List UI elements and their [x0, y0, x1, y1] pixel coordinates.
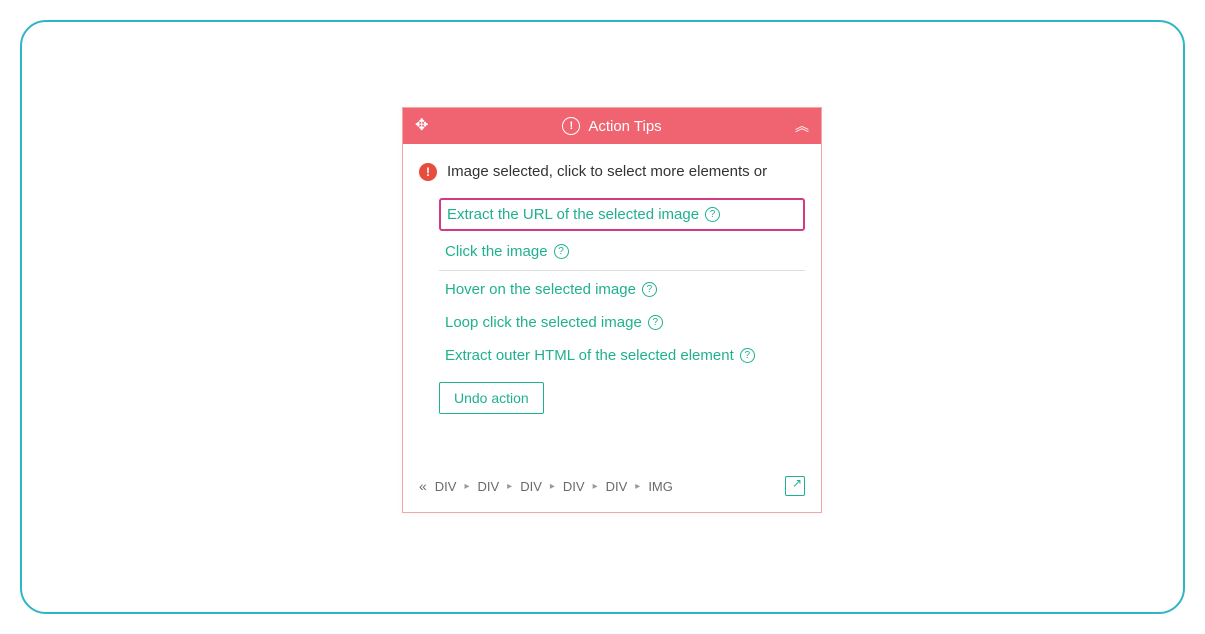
help-icon[interactable]: ?: [705, 207, 720, 222]
move-icon[interactable]: [415, 117, 433, 135]
alert-icon: !: [419, 163, 437, 181]
action-extract-outer-html[interactable]: Extract outer HTML of the selected eleme…: [439, 339, 805, 372]
undo-button[interactable]: Undo action: [439, 382, 544, 414]
action-loop-click[interactable]: Loop click the selected image ?: [439, 306, 805, 339]
undo-label: Undo action: [454, 390, 529, 406]
breadcrumb-start-icon[interactable]: «: [419, 478, 427, 494]
actions-list: Extract the URL of the selected image ? …: [419, 198, 805, 414]
help-icon[interactable]: ?: [648, 315, 663, 330]
action-label: Hover on the selected image: [445, 281, 636, 298]
chevron-right-icon: ▸: [464, 481, 469, 492]
breadcrumb-item[interactable]: DIV: [478, 479, 500, 494]
action-click-image[interactable]: Click the image ?: [439, 235, 805, 268]
action-label: Extract the URL of the selected image: [447, 206, 699, 223]
outer-frame: ! Action Tips ︽ ! Image selected, click …: [20, 20, 1185, 614]
dom-breadcrumb: « DIV ▸ DIV ▸ DIV ▸ DIV ▸ DIV ▸ IMG: [403, 464, 821, 512]
panel-title: Action Tips: [588, 118, 661, 135]
collapse-icon[interactable]: ︽: [795, 116, 809, 136]
chevron-right-icon: ▸: [550, 481, 555, 492]
breadcrumb-item[interactable]: DIV: [563, 479, 585, 494]
breadcrumb-item[interactable]: DIV: [606, 479, 628, 494]
chevron-right-icon: ▸: [507, 481, 512, 492]
help-icon[interactable]: ?: [740, 348, 755, 363]
action-label: Extract outer HTML of the selected eleme…: [445, 347, 734, 364]
breadcrumb-item[interactable]: IMG: [648, 479, 673, 494]
action-extract-url[interactable]: Extract the URL of the selected image ?: [439, 198, 805, 231]
chevron-right-icon: ▸: [635, 481, 640, 492]
action-label: Click the image: [445, 243, 548, 260]
action-hover-image[interactable]: Hover on the selected image ?: [439, 273, 805, 306]
chevron-right-icon: ▸: [593, 481, 598, 492]
breadcrumb-item[interactable]: DIV: [435, 479, 457, 494]
action-tips-panel: ! Action Tips ︽ ! Image selected, click …: [402, 107, 822, 513]
action-label: Loop click the selected image: [445, 314, 642, 331]
status-row: ! Image selected, click to select more e…: [419, 162, 805, 182]
info-icon: !: [562, 117, 580, 135]
status-text: Image selected, click to select more ele…: [447, 162, 767, 182]
help-icon[interactable]: ?: [554, 244, 569, 259]
help-icon[interactable]: ?: [642, 282, 657, 297]
separator: [439, 270, 805, 271]
panel-header[interactable]: ! Action Tips ︽: [403, 108, 821, 144]
breadcrumb-item[interactable]: DIV: [520, 479, 542, 494]
open-external-icon[interactable]: [785, 476, 805, 496]
panel-body: ! Image selected, click to select more e…: [403, 144, 821, 424]
